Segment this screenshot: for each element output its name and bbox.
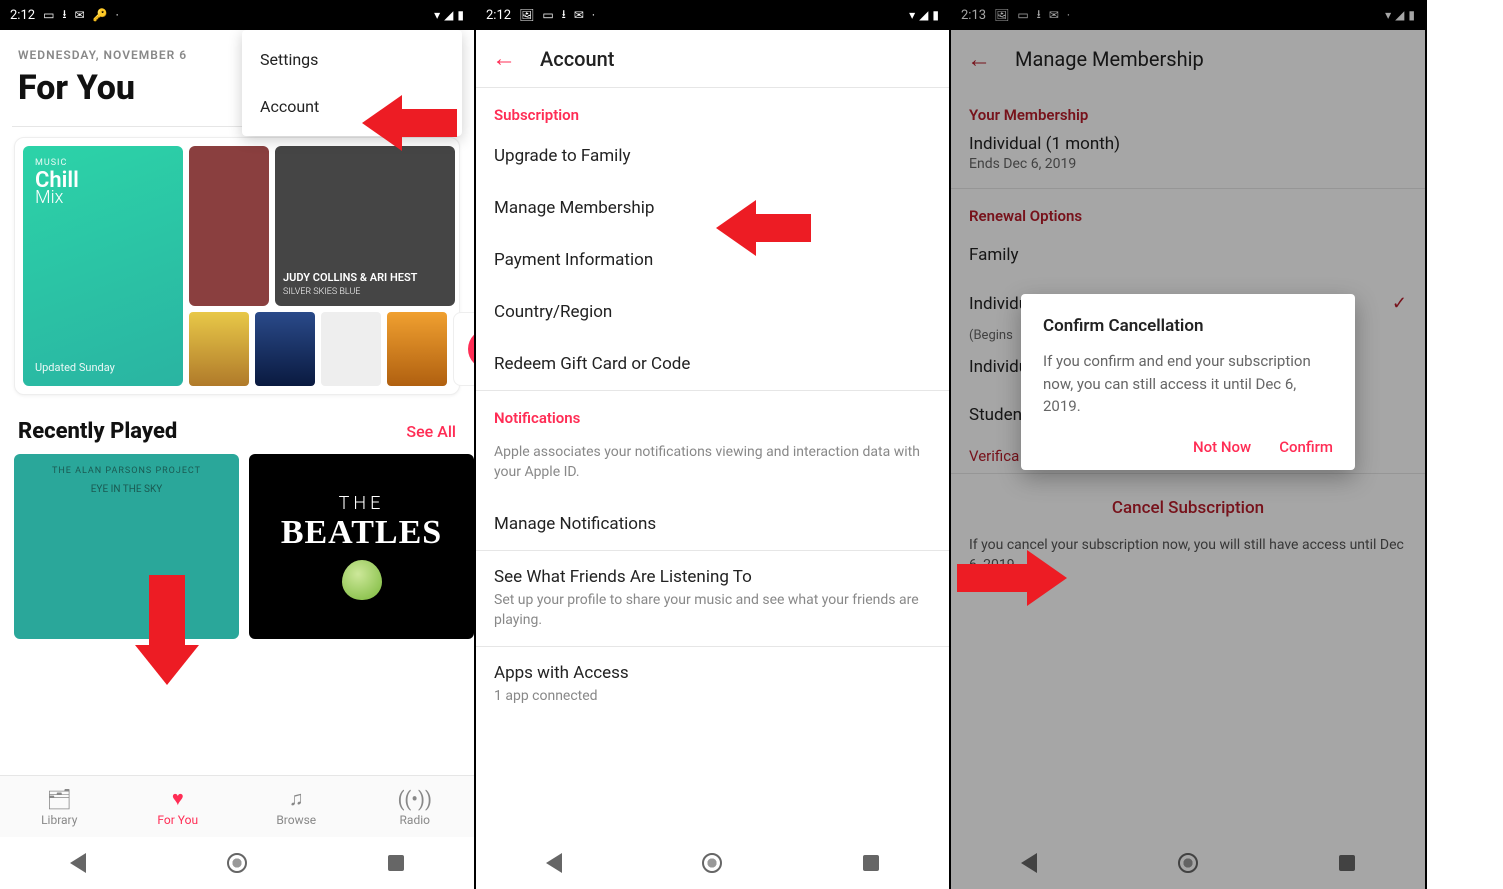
not-now-button[interactable]: Not Now [1193,438,1251,456]
status-time: 2:12 [486,8,511,23]
item-upgrade-family[interactable]: Upgrade to Family [476,130,949,182]
nav-back[interactable] [546,853,562,873]
play-button[interactable] [453,312,476,386]
thumb-1[interactable] [189,312,249,386]
tab-foryou-label: For You [157,813,198,827]
wifi-icon: ▾ [434,8,440,22]
battery-icon: ▮ [457,8,464,22]
rp2-top: THE [339,493,385,514]
image-icon: 🖼 [519,8,534,22]
annotation-arrow-account [362,95,457,151]
heart-icon: ♥ [172,786,184,811]
mail-icon: ✉ [75,8,85,22]
tab-browse-label: Browse [276,813,316,827]
thumb-3[interactable] [321,312,381,386]
radio-icon: ((•)) [398,787,432,811]
signal-icon: ◢ [444,8,453,22]
see-all-link[interactable]: See All [406,422,456,441]
status-bar: 2:12 🖼 ▭ ⭳ ✉ · ▾ ◢ ▮ [476,0,949,30]
key-icon: 🔑 [93,8,108,22]
dialog-title: Confirm Cancellation [1043,316,1333,336]
nav-back[interactable] [70,853,86,873]
tab-browse[interactable]: ♫ Browse [237,776,356,837]
apple-music-label: MUSIC [35,158,171,168]
tile-judy-collins[interactable]: JUDY COLLINS & ARI HEST SILVER SKIES BLUE [275,146,455,306]
tab-radio-label: Radio [400,813,430,827]
tab-radio[interactable]: ((•)) Radio [356,776,475,837]
friends-desc: Set up your profile to share your music … [494,591,931,630]
download-icon: ⭳ [62,5,66,26]
menu-settings[interactable]: Settings [242,36,462,83]
dialog-body: If you confirm and end your subscription… [1043,350,1333,418]
status-icon: ▭ [542,8,553,22]
wifi-icon: ▾ [909,8,915,22]
mail-icon: ✉ [574,8,584,22]
annotation-arrow-manage [716,200,811,256]
chill-line2: Mix [35,187,171,208]
confirm-cancel-dialog: Confirm Cancellation If you confirm and … [1021,294,1355,470]
item-redeem-gift[interactable]: Redeem Gift Card or Code [476,338,949,390]
status-icon: ▭ [43,8,54,22]
rp1-top: THE ALAN PARSONS PROJECT [14,466,239,476]
download-icon: ⭳ [562,5,566,26]
note-icon: ♫ [289,786,304,811]
panel-for-you: 2:12 ▭ ⭳ ✉ 🔑 · ▾ ◢ ▮ WEDNESDAY, NOVEMBER… [0,0,476,889]
tile-chill-mix[interactable]: MUSIC Chill Mix Updated Sunday [23,146,183,386]
play-icon [468,329,476,369]
thumb-2[interactable] [255,312,315,386]
apps-title: Apps with Access [494,663,931,683]
friends-title: See What Friends Are Listening To [494,567,931,587]
back-icon[interactable]: ← [492,44,516,73]
nav-recents[interactable] [863,855,879,871]
judy-label: JUDY COLLINS & ARI HEST [283,271,417,284]
android-navbar [0,837,474,889]
item-country-region[interactable]: Country/Region [476,286,949,338]
confirm-button[interactable]: Confirm [1279,438,1333,456]
rp2-main: BEATLES [281,514,442,552]
dot-icon: · [592,8,595,22]
status-bar: 2:12 ▭ ⭳ ✉ 🔑 · ▾ ◢ ▮ [0,0,474,30]
recently-played-title: Recently Played [18,419,177,444]
battery-icon: ▮ [932,8,939,22]
item-manage-notifications[interactable]: Manage Notifications [476,498,949,550]
item-manage-membership[interactable]: Manage Membership [476,182,949,234]
judy-sub: SILVER SKIES BLUE [283,287,360,297]
library-icon: 🗂 [47,787,72,811]
updated-label: Updated Sunday [35,361,171,374]
signal-icon: ◢ [919,8,928,22]
tab-library-label: Library [41,813,77,827]
tab-foryou[interactable]: ♥ For You [119,776,238,837]
rp-tile-parsons[interactable]: THE ALAN PARSONS PROJECT EYE IN THE SKY [14,454,239,639]
apps-desc: 1 app connected [494,687,931,707]
recently-played-row[interactable]: THE ALAN PARSONS PROJECT EYE IN THE SKY … [0,454,474,639]
for-you-grid: MUSIC Chill Mix Updated Sunday JUDY COLL… [14,137,460,395]
nav-home[interactable] [702,853,722,873]
recently-played-header: Recently Played See All [0,405,474,454]
tab-library[interactable]: 🗂 Library [0,776,119,837]
subscription-label: Subscription [476,88,949,130]
tab-bar: 🗂 Library ♥ For You ♫ Browse ((•)) Radio [0,775,474,837]
panel-manage-membership: 2:13 🖼 ▭ ⭳ ✉ · ▾ ◢ ▮ ← Manage Membership… [951,0,1427,889]
nav-recents[interactable] [388,855,404,871]
apple-icon [342,560,382,600]
notifications-desc: Apple associates your notifications view… [476,433,949,498]
item-payment-info[interactable]: Payment Information [476,234,949,286]
item-friends-listening[interactable]: See What Friends Are Listening To Set up… [476,551,949,646]
account-title: Account [540,47,614,71]
notifications-label: Notifications [476,391,949,433]
item-apps-access[interactable]: Apps with Access 1 app connected [476,647,949,723]
notifications-desc-text: Apple associates your notifications view… [494,443,931,482]
thumb-4[interactable] [387,312,447,386]
dot-icon: · [116,8,119,22]
panel-account: 2:12 🖼 ▭ ⭳ ✉ · ▾ ◢ ▮ ← Account Subscript… [476,0,951,889]
account-header: ← Account [476,30,949,88]
annotation-arrow-scroll [135,575,199,685]
rp1-sub: EYE IN THE SKY [14,484,239,495]
status-time: 2:12 [10,8,35,23]
annotation-arrow-cancel [957,550,1067,606]
rp-tile-beatles[interactable]: THE BEATLES [249,454,474,639]
tile-album-1[interactable] [189,146,269,306]
android-navbar [476,837,949,889]
nav-home[interactable] [227,853,247,873]
